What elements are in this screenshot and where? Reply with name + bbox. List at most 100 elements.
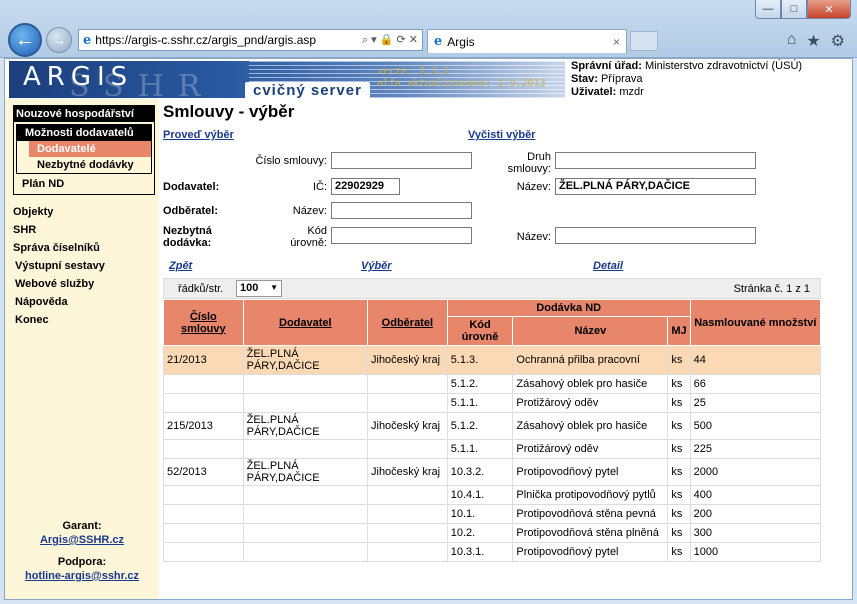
support-email-link[interactable]: hotline-argis@sshr.cz <box>25 570 139 582</box>
col-level-code: Kód úrovně <box>446 316 514 346</box>
cell-unit: ks <box>667 374 691 394</box>
customer-name-label: Název: <box>292 205 327 217</box>
select-link[interactable]: Výběr <box>361 260 392 272</box>
tab-close-icon[interactable]: × <box>613 35 620 49</box>
cell-contract <box>163 523 244 543</box>
sidebar-item-codebooks[interactable]: Správa číselníků <box>13 239 105 257</box>
cell-unit: ks <box>667 485 691 505</box>
table-row[interactable]: 10.2. Protipovodňová stěna plněná ks 300 <box>163 523 822 543</box>
cell-contract <box>163 504 244 524</box>
contact-block: Garant: Argis@SSHR.cz Podpora: hotline-a… <box>5 519 159 583</box>
cell-qty: 500 <box>689 412 822 440</box>
user-value: mzdr <box>619 86 644 98</box>
cell-code: 5.1.1. <box>446 393 514 413</box>
address-url[interactable]: https://argis-c.sshr.cz/argis_pnd/argis.… <box>95 33 358 47</box>
cell-qty: 1000 <box>689 542 822 562</box>
close-window-button[interactable]: ✕ <box>807 0 851 19</box>
customer-name-input[interactable] <box>331 202 472 219</box>
table-row[interactable]: 10.4.1. Plnička protipovodňový pytlů ks 400 <box>163 485 822 505</box>
col-contract-no[interactable]: Číslo smlouvy <box>163 299 244 346</box>
minimize-button[interactable]: — <box>755 0 781 19</box>
cell-qty: 25 <box>689 393 822 413</box>
cell-customer: Jihočeský kraj <box>367 458 448 486</box>
guarantee-email-link[interactable]: Argis@SSHR.cz <box>40 534 124 546</box>
sidebar-item-plan-nd[interactable]: Plán ND <box>14 174 154 194</box>
cell-qty: 66 <box>689 374 822 394</box>
col-supplier[interactable]: Dodavatel <box>242 299 369 346</box>
menu-emergency-economy-head[interactable]: Nouzové hospodářství <box>14 106 154 122</box>
cell-qty: 225 <box>689 439 822 459</box>
browser-titlebar: — □ ✕ ← → e https://argis-c.sshr.cz/argi… <box>0 0 857 58</box>
cell-contract: 52/2013 <box>163 458 244 486</box>
home-icon[interactable]: ⌂ <box>787 31 797 51</box>
cell-unit: ks <box>667 393 691 413</box>
page-info: Stránka č. 1 z 1 <box>733 283 810 295</box>
sidebar-item-suppliers[interactable]: Dodavatelé <box>29 141 151 157</box>
supplier-name-input[interactable]: ŽEL.PLNÁ PÁRY,DAČICE <box>555 178 756 195</box>
argis-logo-banner: SSHR ARGIS cvičný server verze: 2.3.2 al… <box>9 61 565 98</box>
address-bar-icons[interactable]: ⌕ ▾ 🔒 ⟳ ✕ <box>362 33 418 47</box>
col-customer[interactable]: Odběratel <box>367 299 448 346</box>
table-row[interactable]: 5.1.1. Protižárový oděv ks 25 <box>163 393 822 413</box>
updated-line: alfa aktualizováno: 1.9.2013 <box>377 78 546 89</box>
cell-supplier <box>242 439 369 459</box>
cell-code: 10.3.1. <box>446 542 514 562</box>
forward-button[interactable]: → <box>46 27 72 53</box>
state-label: Stav: <box>571 73 598 85</box>
detail-link[interactable]: Detail <box>593 260 623 272</box>
settings-gear-icon[interactable]: ⚙ <box>831 31 845 51</box>
table-row[interactable]: 52/2013 ŽEL.PLNÁ PÁRY,DAČICE Jihočeský kra… <box>163 458 822 486</box>
rows-per-page-select[interactable]: 100 <box>236 280 282 297</box>
cell-qty: 400 <box>689 485 822 505</box>
sidebar-item-help[interactable]: Nápověda <box>13 293 105 311</box>
sidebar-item-shr[interactable]: SHR <box>13 221 105 239</box>
table-row[interactable]: 21/2013 ŽEL.PLNÁ PÁRY,DAČICE Jihočeský kra… <box>163 345 822 375</box>
version-info: verze: 2.3.2 alfa aktualizováno: 1.9.201… <box>377 66 546 90</box>
user-label: Uživatel: <box>571 86 617 98</box>
table-row[interactable]: 10.3.1. Protipovodňový pytel ks 1000 <box>163 542 822 562</box>
address-bar[interactable]: e https://argis-c.sshr.cz/argis_pnd/argi… <box>78 29 423 51</box>
menu-supplier-options-head[interactable]: Možnosti dodavatelů <box>17 125 151 141</box>
contract-kind-input[interactable] <box>555 152 756 169</box>
version-line: verze: 2.3.2 <box>377 66 450 77</box>
sidebar-item-reports[interactable]: Výstupní sestavy <box>13 257 105 275</box>
do-select-link[interactable]: Proveď výběr <box>163 129 234 141</box>
new-tab-button[interactable] <box>630 31 658 51</box>
level-code-input[interactable] <box>331 227 472 244</box>
clear-select-link[interactable]: Vyčisti výběr <box>468 129 535 141</box>
delivery-name-input[interactable] <box>555 227 756 244</box>
favorites-star-icon[interactable]: ★ <box>806 31 820 51</box>
cell-name: Protipovodňový pytel <box>512 458 669 486</box>
cell-name: Protipovodňová stěna pevná <box>512 504 669 524</box>
cell-name: Ochranná přilba pracovní <box>512 345 669 375</box>
cell-supplier <box>242 393 369 413</box>
table-row[interactable]: 10.1. Protipovodňová stěna pevná ks 200 <box>163 504 822 524</box>
rows-per-page-label: řádků/str. <box>178 283 224 295</box>
maximize-button[interactable]: □ <box>781 0 807 19</box>
ie-page-icon: e <box>83 32 92 48</box>
sidebar-item-logout[interactable]: Konec <box>13 311 105 329</box>
office-label: Správní úřad: <box>571 60 642 72</box>
toolbar-icons: ⌂ ★ ⚙ <box>787 31 845 51</box>
ic-input[interactable]: 22902929 <box>331 178 400 195</box>
back-button[interactable]: ← <box>8 23 42 57</box>
back-link[interactable]: Zpět <box>169 260 192 272</box>
browser-tab[interactable]: e Argis × <box>427 29 627 53</box>
cell-code: 5.1.3. <box>446 345 514 375</box>
sidebar-item-necessary-deliveries[interactable]: Nezbytné dodávky <box>29 157 151 173</box>
col-quantity: Nasmlouvané množství <box>689 299 822 346</box>
table-row[interactable]: 5.1.1. Protižárový oděv ks 225 <box>163 439 822 459</box>
contracts-table: Číslo smlouvy Dodavatel Odběratel Dodávk… <box>163 299 822 562</box>
tab-ie-icon: e <box>434 34 443 49</box>
contract-no-label: Číslo smlouvy: <box>255 155 327 167</box>
level-code-label: Kód úrovně: <box>290 225 327 249</box>
contract-no-input[interactable] <box>331 152 472 169</box>
table-row[interactable]: 5.1.2. Zásahový oblek pro hasiče ks 66 <box>163 374 822 394</box>
sidebar-item-web-services[interactable]: Webové služby <box>13 275 105 293</box>
sidebar-item-objects[interactable]: Objekty <box>13 203 105 221</box>
cell-customer <box>367 523 448 543</box>
cell-name: Zásahový oblek pro hasiče <box>512 412 669 440</box>
cell-customer: Jihočeský kraj <box>367 412 448 440</box>
cell-unit: ks <box>667 523 691 543</box>
table-row[interactable]: 215/2013 ŽEL.PLNÁ PÁRY,DAČICE Jihočeský kr… <box>163 412 822 440</box>
